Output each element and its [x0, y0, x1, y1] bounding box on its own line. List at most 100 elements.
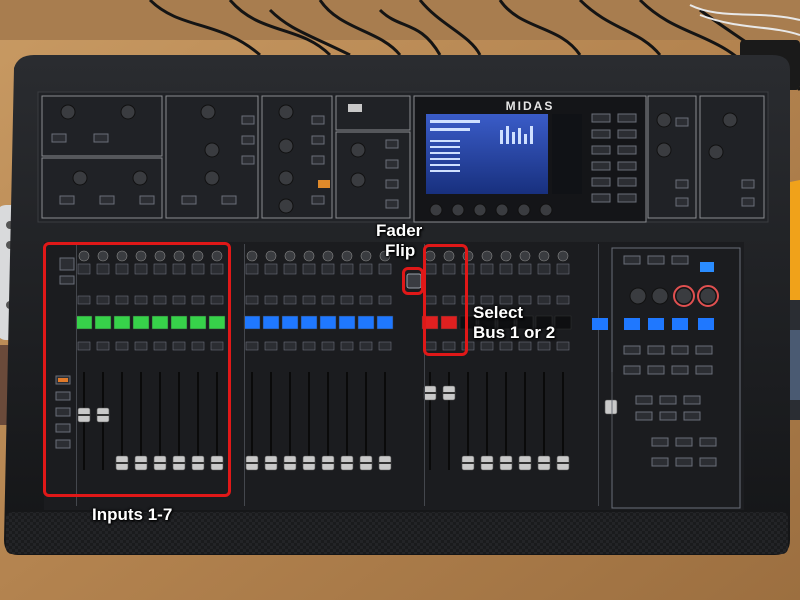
select-button	[537, 341, 551, 351]
select-bus-label: Select Bus 1 or 2	[473, 303, 555, 343]
select-button	[518, 341, 532, 351]
channel-button	[499, 263, 513, 275]
fader-track	[505, 372, 507, 470]
fader-flip-line2: Flip	[385, 241, 416, 260]
channel-button	[359, 295, 373, 305]
mid-blue-scribble	[592, 318, 608, 330]
fader-cap-line	[500, 462, 512, 464]
channel-knob	[360, 250, 372, 262]
fader-cap-line	[557, 462, 569, 464]
scribble-strip	[300, 315, 318, 330]
usb-port	[348, 104, 362, 112]
channel-knob	[322, 250, 334, 262]
channel-button	[359, 263, 373, 275]
scribble-strip	[262, 315, 280, 330]
channel-knob	[284, 250, 296, 262]
inputs-highlight-box	[43, 242, 231, 497]
channel-button	[283, 263, 297, 275]
channel-button	[321, 295, 335, 305]
channel-button	[302, 295, 316, 305]
channel-button	[518, 263, 532, 275]
scribble-strip	[281, 315, 299, 330]
channel-knob	[341, 250, 353, 262]
fader-cap-line	[341, 462, 353, 464]
fader-flip-label: Fader Flip	[376, 221, 422, 261]
fader-track	[384, 372, 386, 470]
scribble-strip	[376, 315, 394, 330]
scribble-strip	[243, 315, 261, 330]
fader-cap-line	[284, 462, 296, 464]
fader-flip-line1: Fader	[376, 221, 423, 240]
fader-track	[543, 372, 545, 470]
channel-button	[264, 263, 278, 275]
brand-logo: MIDAS	[506, 99, 555, 113]
select-button	[359, 341, 373, 351]
channel-button	[340, 295, 354, 305]
channel-knob	[557, 250, 569, 262]
channel-button	[245, 263, 259, 275]
fader-track	[327, 372, 329, 470]
scribble-strip	[338, 315, 356, 330]
channel-button	[537, 263, 551, 275]
channel-button	[480, 263, 494, 275]
master-blue-button	[700, 262, 714, 272]
fader-cap-line	[360, 462, 372, 464]
inputs-label: Inputs 1-7	[92, 505, 173, 524]
fader-cap-line	[462, 462, 474, 464]
select-button	[245, 341, 259, 351]
fader-cap-line	[481, 462, 493, 464]
display-meter	[552, 114, 582, 194]
select-button	[480, 341, 494, 351]
select-button	[283, 341, 297, 351]
channel-knob	[538, 250, 550, 262]
fader-track	[486, 372, 488, 470]
strip-divider	[598, 244, 599, 506]
fader-cap-line	[322, 462, 334, 464]
channel-knob	[481, 250, 493, 262]
fader-cap-line	[519, 462, 531, 464]
fader-track	[365, 372, 367, 470]
channel-knob	[500, 250, 512, 262]
fader-cap-line	[246, 462, 258, 464]
scribble-strip	[319, 315, 337, 330]
channel-button	[264, 295, 278, 305]
select-bus-line2: Bus 1 or 2	[473, 323, 556, 342]
channel-button	[378, 295, 392, 305]
fader-track	[270, 372, 272, 470]
orange-button	[318, 180, 330, 188]
wall-top	[0, 0, 800, 40]
fader-track	[346, 372, 348, 470]
fader-track	[308, 372, 310, 470]
select-button	[556, 341, 570, 351]
select-button	[499, 341, 513, 351]
fader-cap-line	[303, 462, 315, 464]
channel-button	[321, 263, 335, 275]
fader-cap-line	[424, 392, 436, 394]
strip-divider	[244, 244, 245, 506]
scribble-strip	[357, 315, 375, 330]
select-button	[302, 341, 316, 351]
select-button	[321, 341, 335, 351]
channel-knob	[265, 250, 277, 262]
fader-cap-line	[443, 392, 455, 394]
channel-button	[283, 295, 297, 305]
select-button	[264, 341, 278, 351]
channel-button	[340, 263, 354, 275]
channel-button	[378, 263, 392, 275]
select-bus-line1: Select	[473, 303, 524, 322]
master-fader-cap	[604, 399, 618, 415]
scribble-strip	[554, 315, 572, 330]
fader-track	[289, 372, 291, 470]
select-bus-highlight-box	[423, 244, 468, 356]
fader-track	[251, 372, 253, 470]
select-button	[340, 341, 354, 351]
channel-button	[302, 263, 316, 275]
channel-knob	[519, 250, 531, 262]
select-button	[378, 341, 392, 351]
channel-button	[556, 295, 570, 305]
channel-knob	[246, 250, 258, 262]
channel-button	[245, 295, 259, 305]
fader-track	[467, 372, 469, 470]
channel-button	[556, 263, 570, 275]
fader-track	[562, 372, 564, 470]
